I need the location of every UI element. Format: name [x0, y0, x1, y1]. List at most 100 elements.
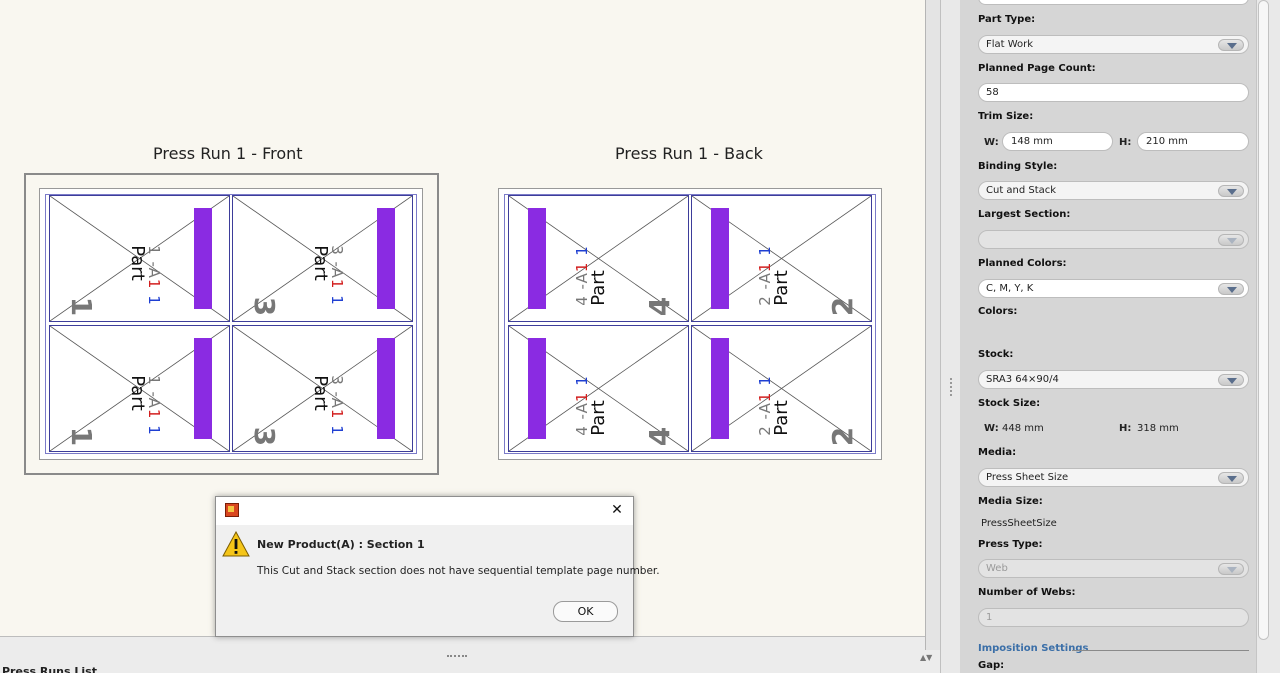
number-of-webs-input: 1: [978, 608, 1249, 627]
part-type-label: Part Type:: [978, 14, 1036, 25]
binding-bar: [711, 208, 729, 309]
chevron-down-icon[interactable]: [1218, 39, 1244, 51]
trim-width-input[interactable]: 148 mm: [1002, 132, 1113, 151]
back-cell-4-bottom[interactable]: 4 -A1 1 Part 4: [508, 325, 689, 452]
stock-height-label: H:: [1119, 423, 1132, 434]
front-sheet-title: Press Run 1 - Front: [153, 144, 303, 163]
gap-label: Gap:: [978, 660, 1005, 671]
press-type-value: Web: [986, 563, 1008, 574]
dialog-titlebar[interactable]: ✕: [216, 497, 633, 525]
front-cell-1[interactable]: 1 -A1 1 Part 1: [49, 195, 230, 322]
chevron-down-icon[interactable]: [1218, 185, 1244, 197]
page-number: 2: [826, 296, 860, 317]
stock-width-label: W:: [984, 423, 999, 434]
part-label: Part: [587, 270, 609, 306]
ok-button[interactable]: OK: [553, 601, 618, 622]
page-label: 1 -A1 1 Part: [127, 375, 163, 436]
back-cell-4[interactable]: 4 -A1 1 Part 4: [508, 195, 689, 322]
binding-style-select[interactable]: Cut and Stack: [978, 181, 1249, 200]
media-value: Press Sheet Size: [986, 472, 1069, 483]
chevron-down-icon[interactable]: [1218, 283, 1244, 295]
page-number: 1: [65, 426, 99, 447]
press-runs-panel: ▲▼ Press Runs List: [0, 636, 940, 673]
page-label: 2 -A1 1 Part: [756, 375, 792, 436]
dialog-heading: New Product(A) : Section 1: [257, 538, 425, 551]
part-label: Part: [309, 375, 331, 411]
part-label: Part: [770, 400, 792, 436]
binding-bar: [194, 338, 212, 439]
scrollbar-thumb[interactable]: [1258, 0, 1269, 640]
number-of-webs-label: Number of Webs:: [978, 587, 1076, 598]
panel-splitter[interactable]: [940, 0, 960, 673]
canvas-scrollbar[interactable]: [925, 0, 940, 650]
media-label: Media:: [978, 447, 1017, 458]
stock-label: Stock:: [978, 349, 1014, 360]
trim-width-label: W:: [984, 137, 999, 148]
stock-select[interactable]: SRA3 64×90/4: [978, 370, 1249, 389]
planned-colors-label: Planned Colors:: [978, 258, 1067, 269]
binding-bar: [377, 338, 395, 439]
part-label: Part: [126, 245, 148, 281]
press-type-select: Web: [978, 559, 1249, 578]
back-press-sheet[interactable]: 4 -A1 1 Part 4 2 -A1 1 Part 2 4 -A1 1 Pa…: [498, 188, 882, 460]
imposition-settings-heading[interactable]: Imposition Settings: [978, 643, 1088, 654]
binding-bar: [711, 338, 729, 439]
chevron-down-icon[interactable]: [1218, 472, 1244, 484]
front-press-sheet[interactable]: 1 -A1 1 Part 1 3 -A1 1 Part 3 1 -A1 1 Pa…: [39, 188, 423, 460]
page-code-blue: 1: [755, 245, 774, 256]
splitter-grip-icon[interactable]: [950, 378, 953, 396]
page-code-blue: 1: [144, 295, 163, 306]
colors-label: Colors:: [978, 306, 1018, 317]
page-code-blue: 1: [144, 425, 163, 436]
page-label: 3 -A1 1 Part: [309, 245, 346, 306]
stock-height-value: 318 mm: [1137, 423, 1179, 434]
page-number: 3: [248, 426, 282, 447]
back-cell-2[interactable]: 2 -A1 1 Part 2: [691, 195, 872, 322]
section-divider: [1072, 650, 1249, 651]
part-label: Part: [770, 270, 792, 306]
part-label: Part: [309, 245, 331, 281]
media-size-value: PressSheetSize: [981, 518, 1057, 529]
back-cell-2-bottom[interactable]: 2 -A1 1 Part 2: [691, 325, 872, 452]
dialog-message: This Cut and Stack section does not have…: [257, 565, 660, 577]
page-code-blue: 1: [327, 425, 346, 436]
back-sheet-title: Press Run 1 - Back: [615, 144, 763, 163]
front-cell-1-bottom[interactable]: 1 -A1 1 Part 1: [49, 325, 230, 452]
largest-section-label: Largest Section:: [978, 209, 1071, 220]
page-number: 3: [248, 296, 282, 317]
binding-style-value: Cut and Stack: [986, 185, 1057, 196]
trim-height-input[interactable]: 210 mm: [1137, 132, 1249, 151]
warning-dialog: ✕ New Product(A) : Section 1 This Cut an…: [215, 496, 660, 637]
page-number: 2: [826, 426, 860, 447]
front-cell-3-bottom[interactable]: 3 -A1 1 Part 3: [232, 325, 413, 452]
panel-scrollbar[interactable]: [1256, 0, 1280, 673]
panel-collapse-arrows-icon[interactable]: ▲▼: [920, 653, 932, 662]
press-runs-list-title: Press Runs List: [2, 665, 97, 673]
page-label: 3 -A1 1 Part: [309, 375, 346, 436]
resize-grip-icon[interactable]: [447, 655, 467, 658]
page-number: 4: [643, 296, 677, 317]
chevron-down-icon[interactable]: [1218, 374, 1244, 386]
largest-section-select: [978, 230, 1249, 249]
planned-page-count-input[interactable]: 58: [978, 83, 1249, 102]
planned-colors-select[interactable]: C, M, Y, K: [978, 279, 1249, 298]
binding-bar: [377, 208, 395, 309]
part-type-value: Flat Work: [986, 39, 1034, 50]
binding-bar: [528, 338, 546, 439]
page-label: 4 -A1 1 Part: [572, 245, 609, 306]
part-label: Part: [587, 400, 609, 436]
properties-panel: Part Type: Flat Work Planned Page Count:…: [960, 0, 1256, 673]
top-field-partial[interactable]: [978, 0, 1249, 5]
front-cell-3[interactable]: 3 -A1 1 Part 3: [232, 195, 413, 322]
media-select[interactable]: Press Sheet Size: [978, 468, 1249, 487]
page-code-blue: 1: [572, 245, 591, 256]
close-icon[interactable]: ✕: [607, 500, 627, 520]
page-code-blue: 1: [327, 295, 346, 306]
page-label: 2 -A1 1 Part: [755, 245, 792, 306]
part-type-select[interactable]: Flat Work: [978, 35, 1249, 54]
stock-value: SRA3 64×90/4: [986, 374, 1059, 385]
chevron-down-icon: [1218, 234, 1244, 246]
trim-height-label: H:: [1119, 137, 1132, 148]
binding-bar: [528, 208, 546, 309]
trim-size-label: Trim Size:: [978, 111, 1034, 122]
